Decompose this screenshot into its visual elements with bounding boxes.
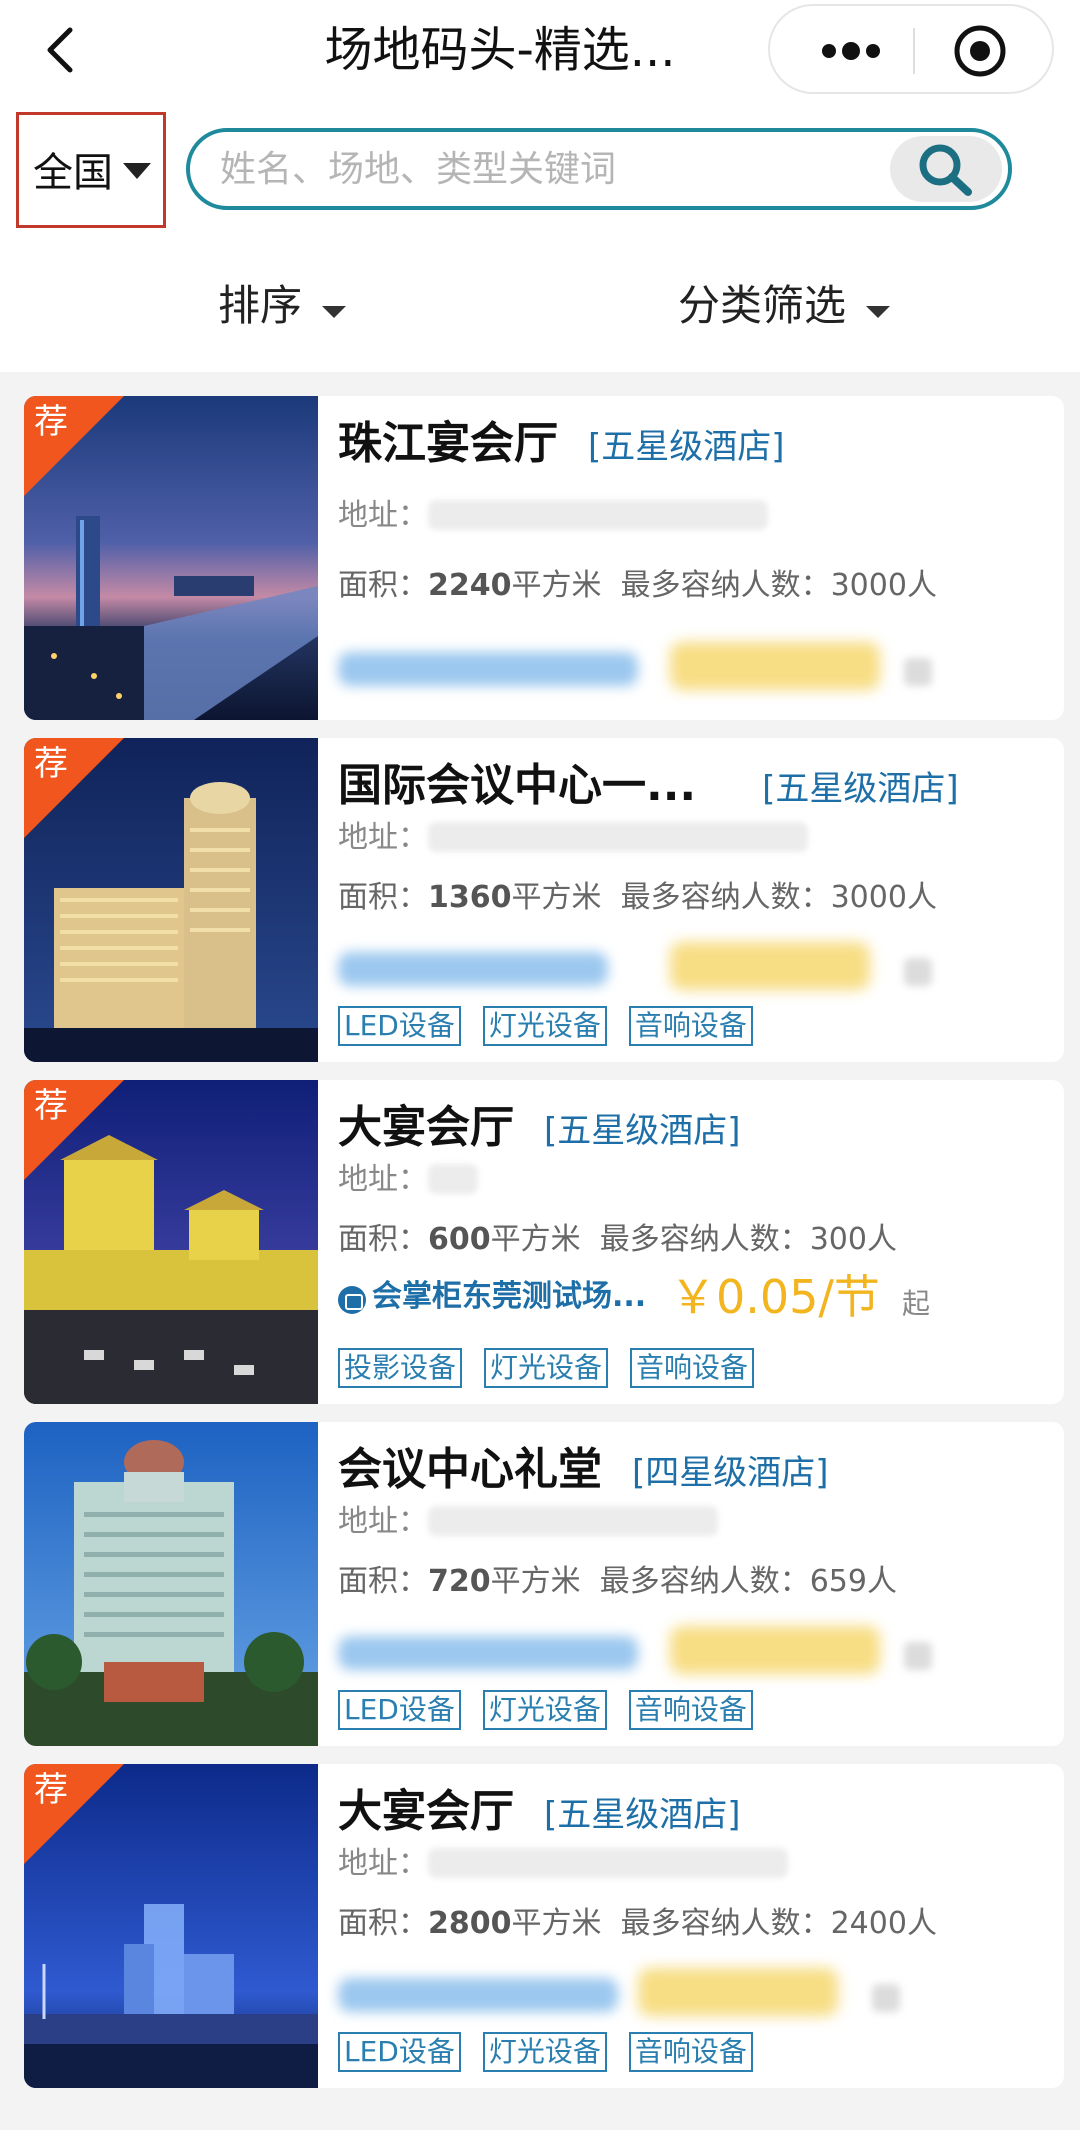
chevron-left-icon <box>47 27 73 73</box>
price-suffix-redacted <box>904 658 932 686</box>
venue-category: [四星级酒店] <box>632 1453 829 1493</box>
price-redacted <box>670 642 880 690</box>
top-nav-bar: 场地码头-精选... <box>0 0 1080 100</box>
venue-stats: 面积：2800平方米 最多容纳人数：2400人 <box>338 1906 937 1941</box>
search-row: 全国 <box>0 100 1080 240</box>
filter-bar: 排序 分类筛选 <box>0 240 1080 372</box>
mini-program-capsule <box>768 4 1054 94</box>
venue-photo <box>24 1422 318 1746</box>
venue-card[interactable]: 会议中心礼堂 [四星级酒店] 地址： 面积：720平方米 最多容纳人数：659人 … <box>24 1422 1064 1746</box>
organizer-redacted <box>338 652 638 686</box>
price-redacted <box>670 942 870 990</box>
page-title: 场地码头-精选... <box>324 22 676 78</box>
organizer-name: 会掌柜东莞测试场... <box>372 1279 647 1314</box>
address-redacted <box>428 822 808 852</box>
organizer-redacted <box>338 952 608 986</box>
search-icon <box>919 144 972 196</box>
price: ￥0.05/节 <box>670 1270 880 1324</box>
equipment-tag: 灯光设备 <box>482 1690 607 1730</box>
equipment-tags: LED设备 灯光设备 音响设备 <box>338 1006 775 1048</box>
venue-photo: 荐 <box>24 1080 318 1404</box>
venue-stats: 面积：600平方米 最多容纳人数：300人 <box>338 1222 897 1257</box>
category-filter-dropdown[interactable]: 分类筛选 <box>678 276 891 336</box>
target-circle-icon <box>954 25 1006 77</box>
price-suffix-redacted <box>904 958 932 986</box>
venue-name: 会议中心礼堂 <box>338 1444 602 1495</box>
address-redacted <box>428 1506 718 1536</box>
search-button[interactable] <box>890 136 1002 202</box>
caret-down-icon <box>866 305 891 318</box>
search-box <box>186 128 1012 210</box>
equipment-tags: 投影设备 灯光设备 音响设备 <box>338 1348 776 1390</box>
address-redacted <box>428 1848 788 1878</box>
equipment-tag: LED设备 <box>338 2032 461 2072</box>
price-redacted <box>638 1968 838 2016</box>
price-suffix-redacted <box>872 1984 900 2012</box>
recommended-badge: 荐 <box>24 1764 124 1864</box>
close-program-button[interactable] <box>952 23 1008 79</box>
caret-down-icon <box>123 163 151 179</box>
venue-category: [五星级酒店] <box>544 1111 741 1151</box>
organizer-redacted <box>338 1636 638 1670</box>
address-redacted <box>428 500 768 530</box>
venue-category: [五星级酒店] <box>762 769 959 809</box>
equipment-tag: 音响设备 <box>630 1348 755 1388</box>
region-label: 全国 <box>33 150 113 196</box>
price-redacted <box>670 1626 880 1674</box>
venue-category: [五星级酒店] <box>588 427 785 467</box>
equipment-tag: LED设备 <box>338 1690 461 1730</box>
venue-stats: 面积：2240平方米 最多容纳人数：3000人 <box>338 568 937 603</box>
equipment-tag: 灯光设备 <box>482 2032 607 2072</box>
region-selector[interactable]: 全国 <box>16 112 166 228</box>
address-label: 地址： <box>338 1846 428 1881</box>
equipment-tag: 音响设备 <box>628 2032 753 2072</box>
organizer-redacted <box>338 1978 618 2012</box>
shop-icon <box>338 1285 366 1314</box>
capsule-divider <box>913 28 915 74</box>
sort-label: 排序 <box>218 281 303 330</box>
venue-category: [五星级酒店] <box>544 1795 741 1835</box>
organizer-link[interactable]: 会掌柜东莞测试场... <box>338 1270 646 1324</box>
equipment-tags: LED设备 灯光设备 音响设备 <box>338 1690 775 1732</box>
venue-card[interactable]: 荐 珠江宴会厅 [五星级酒店] 地址： 面积：2240平方米 最多容纳人数：300… <box>24 396 1064 720</box>
venue-card[interactable]: 荐 大宴会厅 [五星级酒店] 地址： 面积：600平方米 最多容纳人数：300人 … <box>24 1080 1064 1404</box>
equipment-tag: 灯光设备 <box>482 1006 607 1046</box>
equipment-tag: LED设备 <box>338 1006 461 1046</box>
back-button[interactable] <box>36 20 86 80</box>
address-label: 地址： <box>338 820 428 855</box>
venue-card[interactable]: 荐 大宴会厅 [五星级酒店] 地址： 面积：2800平方米 最多容纳人数：2400… <box>24 1764 1064 2088</box>
venue-photo: 荐 <box>24 738 318 1062</box>
price-suffix: 起 <box>902 1287 931 1320</box>
price-suffix-redacted <box>904 1642 932 1670</box>
address-redacted <box>428 1164 478 1194</box>
equipment-tags: LED设备 灯光设备 音响设备 <box>338 2032 775 2074</box>
recommended-badge: 荐 <box>24 1080 124 1180</box>
venue-photo: 荐 <box>24 396 318 720</box>
equipment-tag: 投影设备 <box>338 1348 463 1388</box>
venue-name: 大宴会厅 <box>338 1786 514 1837</box>
venue-stats: 面积：1360平方米 最多容纳人数：3000人 <box>338 880 937 915</box>
venue-name: 大宴会厅 <box>338 1102 514 1153</box>
more-button[interactable] <box>806 26 896 76</box>
category-filter-label: 分类筛选 <box>678 281 847 330</box>
venue-photo: 荐 <box>24 1764 318 2088</box>
caret-down-icon <box>322 305 347 318</box>
venue-stats: 面积：720平方米 最多容纳人数：659人 <box>338 1564 897 1599</box>
venue-card[interactable]: 荐 国际会议中心一... [五星级酒店] 地址： 面积：1360平方米 最多容纳人… <box>24 738 1064 1062</box>
more-dots-icon <box>822 42 880 60</box>
address-label: 地址： <box>338 1162 428 1197</box>
address-label: 地址： <box>338 1504 428 1539</box>
venue-name: 珠江宴会厅 <box>338 418 558 469</box>
recommended-badge: 荐 <box>24 396 124 496</box>
search-input[interactable] <box>220 132 860 206</box>
equipment-tag: 音响设备 <box>628 1006 753 1046</box>
recommended-badge: 荐 <box>24 738 124 838</box>
venue-name: 国际会议中心一... <box>338 760 697 811</box>
equipment-tag: 音响设备 <box>628 1690 753 1730</box>
sort-dropdown[interactable]: 排序 <box>218 276 347 336</box>
equipment-tag: 灯光设备 <box>484 1348 609 1388</box>
address-label: 地址： <box>338 498 428 533</box>
